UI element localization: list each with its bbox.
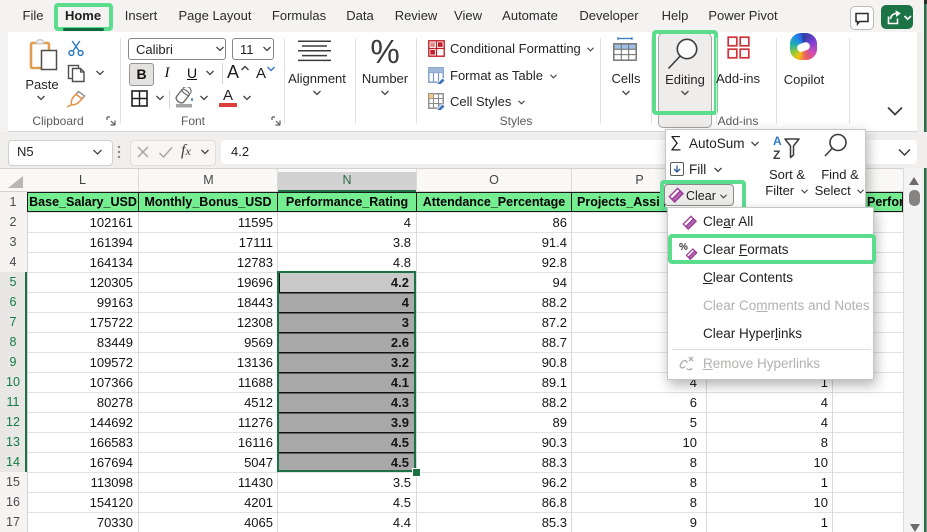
- svg-text:Z: Z: [773, 148, 780, 162]
- svg-text:A: A: [773, 134, 782, 148]
